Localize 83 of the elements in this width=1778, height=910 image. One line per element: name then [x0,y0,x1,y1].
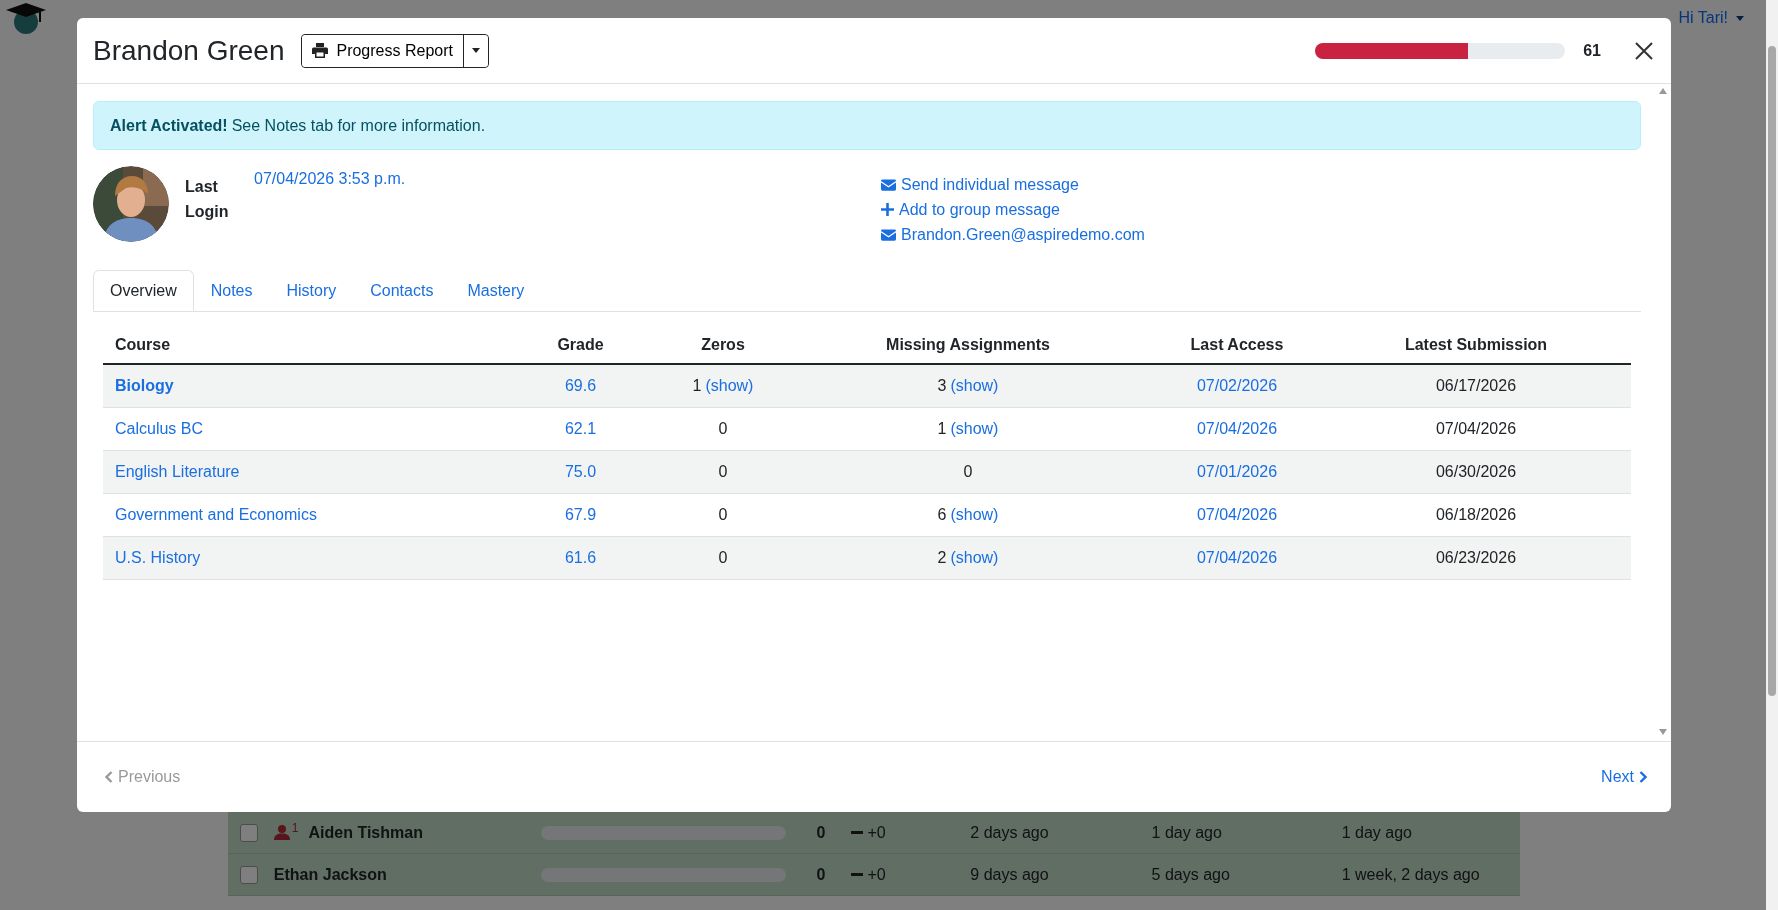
checkbox[interactable] [240,823,258,842]
table-cell: 06/23/2026 [1321,536,1631,580]
change-value: +0 [867,823,886,842]
student-name[interactable]: Ethan Jackson [273,865,387,884]
course-link[interactable]: Biology [115,377,174,394]
flag-count: 1 [291,820,299,835]
grade-link[interactable]: 61.6 [564,549,597,566]
table-cell: 0 [663,450,783,494]
user-menu[interactable]: Hi Tari! [1678,9,1744,27]
chevron-left-icon [105,771,113,783]
score: 0 [815,865,826,884]
table-cell-text: 2 days ago [970,823,1050,842]
action-link[interactable]: Send individual message [881,172,1145,197]
dash-icon [851,873,864,876]
caret-icon [471,48,480,53]
last-login-link[interactable]: 07/04/2026 3:53 p.m. [254,170,839,188]
change-value: +0 [867,865,886,884]
envelope-icon [881,228,896,241]
show-link[interactable]: (show) [950,420,999,438]
table-cell-text: 1 week, 2 days ago [1341,865,1481,884]
table-cell-text: 9 days ago [970,865,1050,884]
close-icon [1635,41,1653,60]
score: 0 [815,823,826,842]
grade-link[interactable]: 69.6 [564,377,597,394]
course-link[interactable]: Government and Economics [115,506,317,523]
checkbox[interactable] [240,865,258,884]
date-link[interactable]: 07/02/2026 [1196,377,1278,394]
dash-icon [851,831,864,834]
date-link[interactable]: 07/04/2026 [1196,506,1278,523]
count: 2 [937,549,947,567]
count: 3 [937,377,947,395]
tab[interactable]: Notes [193,270,270,311]
printer-icon [312,43,329,58]
student-name[interactable]: Aiden Tishman [308,823,423,842]
grade-link[interactable]: 75.0 [564,463,597,480]
table-cell: 06/30/2026 [1321,450,1631,494]
table-cell: 0 [783,450,1153,494]
score: 61 [1583,41,1601,60]
grade-link[interactable]: 67.9 [564,506,597,523]
show-link[interactable]: (show) [950,377,999,395]
table-cell: 0 [663,536,783,580]
count: 1 [937,420,947,438]
person-icon [273,825,290,840]
tab[interactable]: Mastery [450,270,542,311]
tab[interactable]: History [269,270,354,311]
caret-icon [1736,15,1744,21]
course-link[interactable]: U.S. History [115,549,201,566]
student-name: Brandon Green [93,34,285,67]
show-link[interactable]: (show) [705,377,754,395]
table-cell: 07/04/2026 [1321,407,1631,451]
tab[interactable]: Overview [93,270,194,311]
scroll-up-icon [1659,88,1667,94]
table-cell: 06/17/2026 [1321,364,1631,408]
date-link[interactable]: 07/04/2026 [1196,549,1278,566]
table-cell: 0 [663,493,783,537]
date-link[interactable]: 07/01/2026 [1196,463,1278,480]
count: 6 [937,506,947,524]
progress-report-button[interactable]: Progress Report [302,34,464,67]
scrollbar[interactable] [1766,0,1778,910]
last-login-label: Last Login [185,177,230,222]
course-link[interactable]: Calculus BC [115,420,204,437]
date-link[interactable]: 07/04/2026 [1196,420,1278,437]
table-cell: 0 [663,407,783,451]
tab[interactable]: Contacts [353,270,451,311]
show-link[interactable]: (show) [950,506,999,524]
graduation-cap-icon [4,1,48,35]
table-cell-text: 1 day ago [1341,823,1413,842]
alert-message: Alert Activated! See Notes tab for more information. [93,101,1641,150]
envelope-icon [881,178,896,191]
close-button[interactable] [1633,39,1655,62]
grade-link[interactable]: 62.1 [564,420,597,437]
show-link[interactable]: (show) [950,549,999,567]
action-link[interactable]: Add to group message [881,197,1145,222]
table-cell-text: 1 day ago [1151,823,1223,842]
scroll-down-icon [1659,729,1667,735]
plus-icon [881,203,894,216]
table-cell-text: 5 days ago [1151,865,1231,884]
course-link[interactable]: English Literature [115,463,240,480]
chevron-right-icon [1639,771,1647,783]
count: 1 [692,377,702,395]
table-cell: 06/18/2026 [1321,493,1631,537]
next-button[interactable]: Next [1601,768,1647,786]
action-link[interactable]: Brandon.Green@aspiredemo.com [881,222,1145,247]
